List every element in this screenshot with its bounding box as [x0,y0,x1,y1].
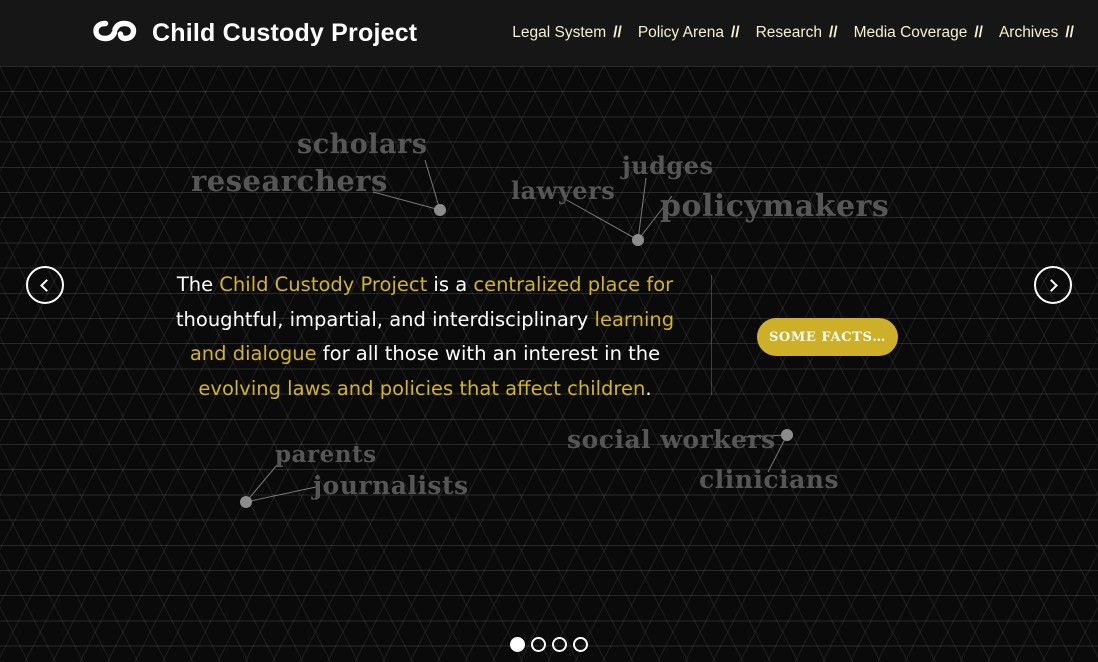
hero-highlight-text: evolving laws and policies that affect c… [198,376,646,400]
some-facts-button[interactable]: SOME FACTS… [757,318,898,356]
nav-item-label: Legal System [512,24,607,41]
cluster-hub-dot [240,496,252,508]
cluster-connector-line [245,486,317,503]
cluster-connector-line [564,198,639,241]
hero-section: scholars researchers lawyers judges policyma… [0,66,1098,662]
carousel-dot-3[interactable] [552,637,567,652]
nav-item-media-coverage[interactable]: Media Coverage // [854,24,999,42]
hero-plain-text: for all those with an interest in the [316,342,661,365]
cluster-hub-dot [781,429,793,441]
interlocking-loops-logo-icon [92,17,138,50]
hero-highlight-text: centralized place for [473,273,674,296]
nav-item-label: Policy Arena [637,24,724,41]
page-root: scholars researchers lawyers judges policyma… [0,0,1098,662]
cluster-label-clinicians: clinicians [699,465,840,494]
nav-item-legal-system[interactable]: Legal System // [512,24,638,42]
cluster-label-researchers: researchers [191,164,388,198]
cluster-connector-line [245,464,278,503]
cluster-label-parents: parents [275,441,377,468]
cluster-hub-dot [434,204,446,216]
cluster-label-journalists: journalists [313,471,469,500]
hero-plain-text: . [645,376,652,400]
nav-separator-icon: // [1065,24,1074,41]
site-title: Child Custody Project [152,18,418,47]
nav-separator-icon: // [730,24,740,41]
hero-paragraph: The Child Custody Project is a centraliz… [175,268,675,406]
cluster-connector-line [424,159,441,211]
cluster-label-social-workers: social workers [567,425,776,454]
hero-plain-text: thoughtful, impartial, and interdiscipli… [175,307,595,331]
cluster-hub-dot [632,234,644,246]
nav-item-policy-arena[interactable]: Policy Arena // [638,24,756,42]
nav-item-label: Archives [998,24,1059,41]
cluster-label-judges: judges [622,151,714,180]
carousel-dot-2[interactable] [531,637,546,652]
chevron-right-icon [1045,278,1058,292]
carousel-dot-1[interactable] [510,637,525,652]
nav-separator-icon: // [613,24,622,41]
nav-item-research[interactable]: Research // [756,24,854,42]
carousel-next-button[interactable] [1034,266,1072,304]
nav-separator-icon: // [828,24,838,41]
carousel-prev-button[interactable] [26,266,64,304]
cluster-label-lawyers: lawyers [511,176,616,205]
hero-highlight-text: Child Custody Project [219,273,428,296]
cluster-label-policymakers: policymakers [660,189,890,224]
nav-item-label: Research [755,24,822,41]
cluster-label-scholars: scholars [297,129,428,160]
brand[interactable]: Child Custody Project [92,0,417,66]
cluster-connector-line [637,177,647,241]
carousel-dot-4[interactable] [573,637,588,652]
carousel-pagination [0,637,1098,652]
nav-item-archives[interactable]: Archives // [999,24,1074,42]
chevron-left-icon [40,278,53,292]
nav-separator-icon: // [974,24,983,41]
hero-plain-text: The [176,273,220,296]
main-navigation: Legal System//Policy Arena//Research//Me… [512,0,1074,66]
site-header: Child Custody Project Legal System//Poli… [0,0,1098,66]
nav-item-label: Media Coverage [853,24,968,41]
hero-divider [711,275,712,395]
hero-plain-text: is a [427,273,474,296]
